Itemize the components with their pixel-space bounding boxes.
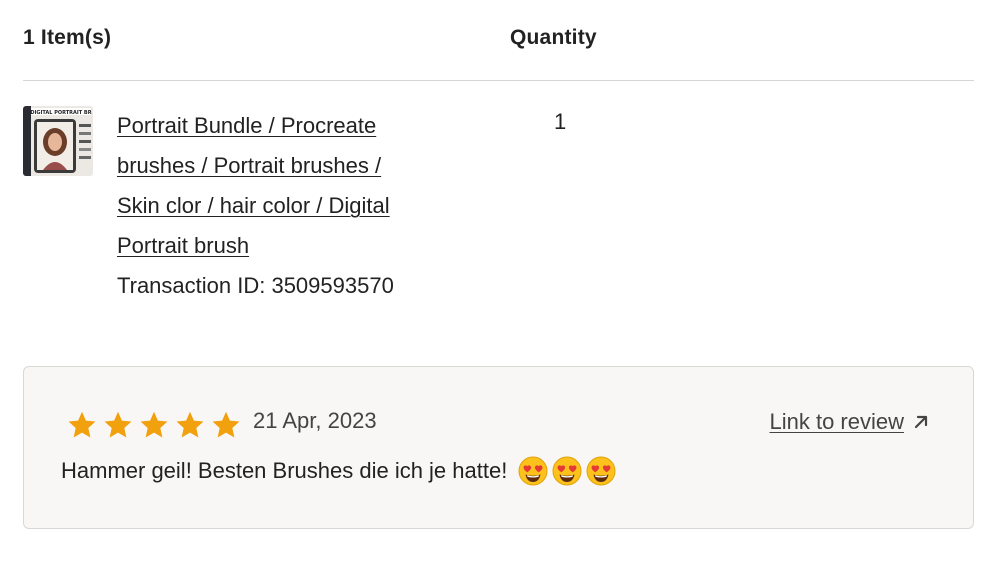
heart-eyes-emoji-icon (518, 456, 548, 486)
heart-eyes-emoji-icon (552, 456, 582, 486)
star-icon (212, 411, 240, 438)
product-thumbnail-image: DIGITAL PORTRAIT BR (23, 106, 93, 176)
link-to-review-label: Link to review (769, 409, 904, 434)
quantity-header: Quantity (510, 26, 597, 49)
quantity-value: 1 (554, 109, 567, 134)
star-icon (68, 411, 96, 438)
product-title-link[interactable]: Portrait Bundle / Procreate brushes / Po… (117, 106, 477, 266)
svg-text:DIGITAL PORTRAIT BR: DIGITAL PORTRAIT BR (30, 110, 91, 116)
product-title-line-4: Portrait brush (117, 233, 250, 258)
product-title-line-1: Portrait Bundle / Procreate (117, 113, 377, 138)
review-text: Hammer geil! Besten Brushes die ich je h… (61, 458, 508, 483)
order-item-row: DIGITAL PORTRAIT BR Portrait Bundle / Pr… (23, 106, 974, 306)
transaction-id: Transaction ID: 3509593570 (117, 273, 394, 298)
review-emojis (517, 455, 619, 487)
items-count: 1 Item(s) (23, 26, 112, 49)
order-item-page: 1 Item(s) Quantity DIGITAL PORTRAIT BR P… (0, 0, 988, 573)
product-thumbnail[interactable]: DIGITAL PORTRAIT BR (23, 106, 93, 176)
star-icon (104, 411, 132, 438)
star-icon (176, 411, 204, 438)
item-details: Portrait Bundle / Procreate brushes / Po… (117, 106, 477, 306)
review-box: 21 Apr, 2023 Link to review Hammer geil!… (23, 366, 974, 529)
arrow-up-right-icon (914, 415, 928, 429)
link-to-review-link[interactable]: Link to review (769, 409, 930, 435)
review-date: 21 Apr, 2023 (253, 408, 377, 433)
review-text-row: Hammer geil! Besten Brushes die ich je h… (61, 455, 619, 487)
heart-eyes-emoji-icon (586, 456, 616, 486)
product-title-line-3: Skin clor / hair color / Digital (117, 193, 390, 218)
items-header: 1 Item(s) Quantity (23, 0, 974, 81)
star-rating (64, 407, 244, 443)
product-title-line-2: brushes / Portrait brushes / (117, 153, 382, 178)
star-icon (140, 411, 168, 438)
